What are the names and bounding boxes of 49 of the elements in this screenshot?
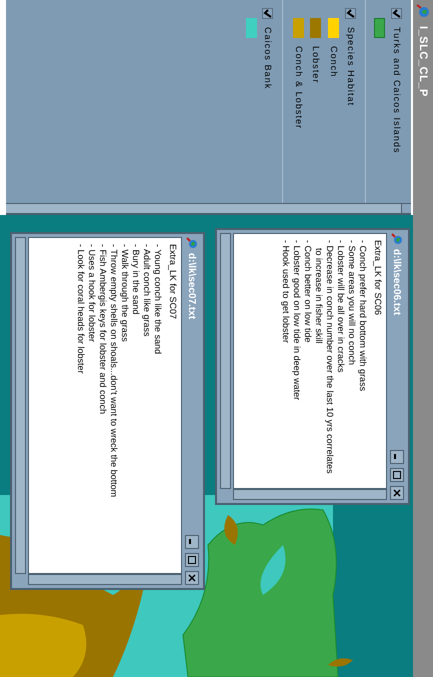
note-line: - Fish Ambergis keys for lobster and conch xyxy=(97,244,108,416)
close-button[interactable] xyxy=(185,571,199,585)
note-line: - Adult conch like grass xyxy=(141,244,152,339)
legend-label: Conch xyxy=(328,46,340,78)
note-line: - Young conch like the sand xyxy=(152,244,163,356)
maximize-icon xyxy=(392,470,402,480)
note-line: - Some areas you will no conch xyxy=(346,240,357,368)
note-line: - Walk through the grass xyxy=(119,244,130,344)
scroll-bar[interactable] xyxy=(233,489,387,500)
scroll-bar[interactable] xyxy=(6,203,411,213)
maximize-button[interactable] xyxy=(185,553,199,567)
note-line: - Lobster will be all over in cracks xyxy=(335,240,346,375)
scroll-bar[interactable] xyxy=(28,574,182,585)
globe-icon xyxy=(186,237,198,249)
note-line: - Conch better on low tide xyxy=(302,240,313,345)
window-title: d:\lk\sec07.txt xyxy=(186,253,198,322)
note-line: - Throw empty shells on shoals...don't want to wreck the bottom xyxy=(108,244,119,500)
note-line: - Uses a hook for lobster xyxy=(86,244,97,344)
note-line: - Decrease in conch number over the last 10 yrs correlates to increase in fisher skill xyxy=(313,240,335,476)
text-area[interactable] xyxy=(28,237,182,574)
note-line: - Look for coral heads for lobster xyxy=(75,244,86,376)
checkbox[interactable] xyxy=(345,8,356,19)
checkbox[interactable] xyxy=(262,8,274,19)
globe-icon xyxy=(391,233,403,245)
scroll-bar[interactable] xyxy=(15,237,26,574)
note-heading: Extra_LK for SC06 xyxy=(372,240,383,316)
minimize-button[interactable] xyxy=(185,535,199,549)
maximize-button[interactable] xyxy=(390,468,404,482)
layer-name: Species Habitat xyxy=(345,27,358,106)
globe-icon xyxy=(416,4,430,18)
maximize-icon xyxy=(187,555,197,565)
minimize-button[interactable] xyxy=(390,450,404,464)
layer-name: Caicos Bank xyxy=(262,27,274,90)
scroll-bar[interactable] xyxy=(220,233,231,489)
text-area[interactable] xyxy=(233,233,387,489)
checkbox[interactable] xyxy=(390,8,402,19)
window-title: I_SLC_CL_P xyxy=(416,26,430,97)
note-line: - Bury in the sand xyxy=(130,244,141,317)
note-heading: Extra_LK for SC07 xyxy=(167,244,178,320)
layer-name: Turks and Caicos Islands xyxy=(391,27,403,154)
window-title: d:\lk\sec06.txt xyxy=(390,249,404,318)
legend-label: Lobster xyxy=(310,46,322,84)
close-icon xyxy=(187,573,197,583)
note-line: - Hook used to get lobster xyxy=(280,240,291,346)
close-button[interactable] xyxy=(390,486,404,500)
legend-label: Conch & Lobster xyxy=(293,46,305,130)
note-line: - Lobster good on low tide in deep water xyxy=(291,240,302,402)
note-line: - Conch prefer hard bottom with grass xyxy=(357,240,368,394)
close-icon xyxy=(392,488,402,498)
